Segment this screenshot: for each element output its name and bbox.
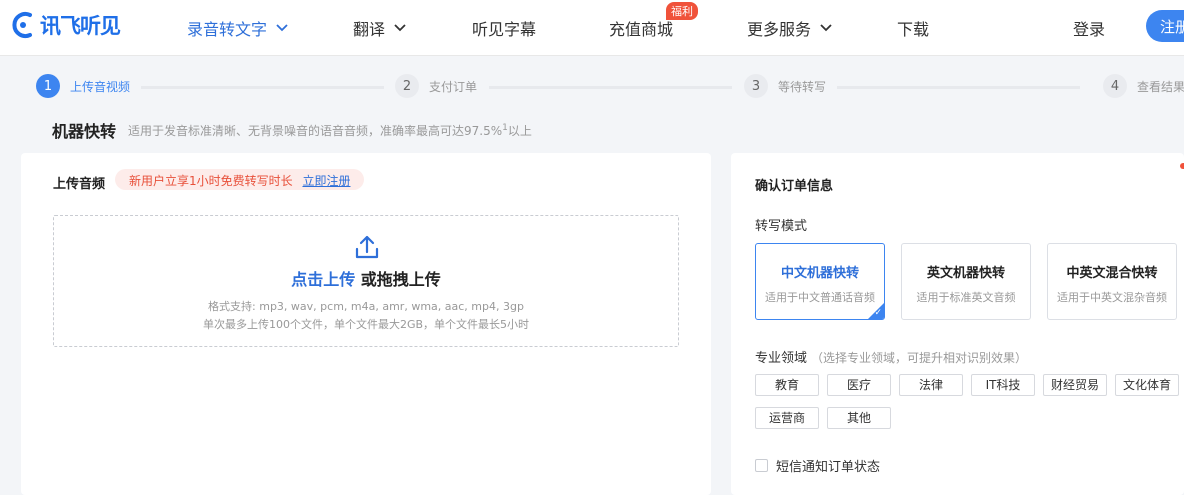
mode-name: 中英文混合快转 [1066,266,1158,281]
check-icon: ✓ [874,308,882,318]
step-number: 3 [744,74,768,98]
new-user-promo: 新用户立享1小时免费转写时长 立即注册 [115,169,365,190]
mode-english-machine[interactable]: 英文机器快转 适用于标准英文音频 [901,243,1031,320]
step-number: 1 [36,74,60,98]
mode-chinese-machine[interactable]: 中文机器快转 适用于中文普通话音频 ✓ [755,243,885,320]
mode-description: 适用于标准英文音频 [916,291,1016,304]
nav-label: 录音转文字 [187,20,268,39]
domain-tag-it[interactable]: IT科技 [971,374,1035,396]
promo-text: 新用户立享1小时免费转写时长 [129,174,293,188]
upload-dropzone[interactable]: 点击上传 或拖拽上传 格式支持: mp3, wav, pcm, m4a, amr… [53,215,679,347]
step-result: 4 查看结果 [1103,74,1184,98]
sms-notify-checkbox[interactable] [755,459,768,472]
mode-mixed-machine[interactable]: 中英文混合快转 适用于中英文混杂音频 [1047,243,1177,320]
brand-logo[interactable]: 讯飞听见 [8,9,121,41]
step-wait: 3 等待转写 [744,74,826,98]
chevron-down-icon [394,24,406,32]
register-button[interactable]: 注册 [1146,10,1184,42]
subtitle-text-end: 以上 [507,124,532,138]
upload-title: 上传音频 [53,177,106,192]
brand-logo-icon [12,12,32,38]
domain-hint: （选择专业领域，可提升相对识别效果） [811,351,1028,365]
mode-name: 中文机器快转 [780,266,859,281]
store-badge: 福利 [666,2,698,20]
step-pay: 2 支付订单 [395,74,477,98]
step-connector [837,86,1080,89]
nav-item-more-services[interactable]: 更多服务 [747,16,833,40]
click-upload-link[interactable]: 点击上传 [291,270,355,289]
drag-upload-text: 或拖拽上传 [355,270,441,289]
nav-label: 更多服务 [747,20,812,39]
chevron-down-icon [820,24,832,32]
upload-panel: 上传音频 新用户立享1小时免费转写时长 立即注册 点击上传 或拖拽上传 格式支持… [21,153,711,495]
page-subtitle: 适用于发音标准清晰、无背景噪音的语音音频，准确率最高可达97.5%1以上 [128,122,532,139]
mode-label: 转写模式 [755,219,808,234]
upload-prompt: 点击上传 或拖拽上传 [54,266,678,290]
domain-tag-carrier[interactable]: 运营商 [755,407,819,429]
nav-label: 下载 [897,20,930,39]
upload-icon [355,235,379,259]
step-label: 支付订单 [429,79,478,94]
sms-notify-row[interactable]: 短信通知订单状态 [755,456,880,475]
domain-tag-other[interactable]: 其他 [827,407,891,429]
nav-item-transcribe[interactable]: 录音转文字 [187,16,289,40]
domain-label-text: 专业领域 [755,351,808,366]
nav-item-store[interactable]: 充值商城 [609,16,673,40]
domain-tag-medical[interactable]: 医疗 [827,374,891,396]
order-title: 确认订单信息 [755,179,834,194]
corner-indicator [1180,163,1184,169]
nav-label: 听见字幕 [472,20,537,39]
login-link[interactable]: 登录 [1073,16,1105,40]
domain-tag-law[interactable]: 法律 [899,374,963,396]
order-panel: 确认订单信息 转写模式 中文机器快转 适用于中文普通话音频 ✓ 英文机器快转 适… [731,153,1184,495]
step-number: 2 [395,74,419,98]
nav-label: 充值商城 [609,20,674,39]
domain-tag-culture-sports[interactable]: 文化体育 [1115,374,1179,396]
step-label: 上传音视频 [70,79,131,94]
top-navbar: 讯飞听见 录音转文字 翻译 听见字幕 充值商城 福利 更多服务 下载 登录 注册 [0,0,1184,56]
mode-description: 适用于中英文混杂音频 [1057,291,1167,304]
domain-tag-finance[interactable]: 财经贸易 [1043,374,1107,396]
step-connector [141,86,384,89]
step-label: 等待转写 [778,79,827,94]
nav-item-download[interactable]: 下载 [897,16,929,40]
upload-limits: 单次最多上传100个文件，单个文件最大2GB，单个文件最长5小时 [202,318,530,331]
nav-label: 翻译 [353,20,386,39]
step-upload: 1 上传音视频 [36,74,130,98]
mode-description: 适用于中文普通话音频 [765,291,875,304]
step-connector [489,86,732,89]
mode-name: 英文机器快转 [926,266,1005,281]
page-title: 机器快转 [52,122,117,141]
domain-label: 专业领域 （选择专业领域，可提升相对识别效果） [755,347,1027,366]
step-number: 4 [1103,74,1127,98]
nav-item-translate[interactable]: 翻译 [353,16,407,40]
brand-name: 讯飞听见 [40,14,121,38]
step-label: 查看结果 [1137,79,1184,94]
promo-register-link[interactable]: 立即注册 [302,174,350,188]
nav-item-subtitles[interactable]: 听见字幕 [472,16,536,40]
sms-notify-label: 短信通知订单状态 [776,460,881,475]
domain-tag-education[interactable]: 教育 [755,374,819,396]
supported-formats: 格式支持: mp3, wav, pcm, m4a, amr, wma, aac,… [208,300,524,313]
subtitle-text: 适用于发音标准清晰、无背景噪音的语音音频，准确率最高可达97.5% [128,124,503,138]
chevron-down-icon [276,24,288,32]
